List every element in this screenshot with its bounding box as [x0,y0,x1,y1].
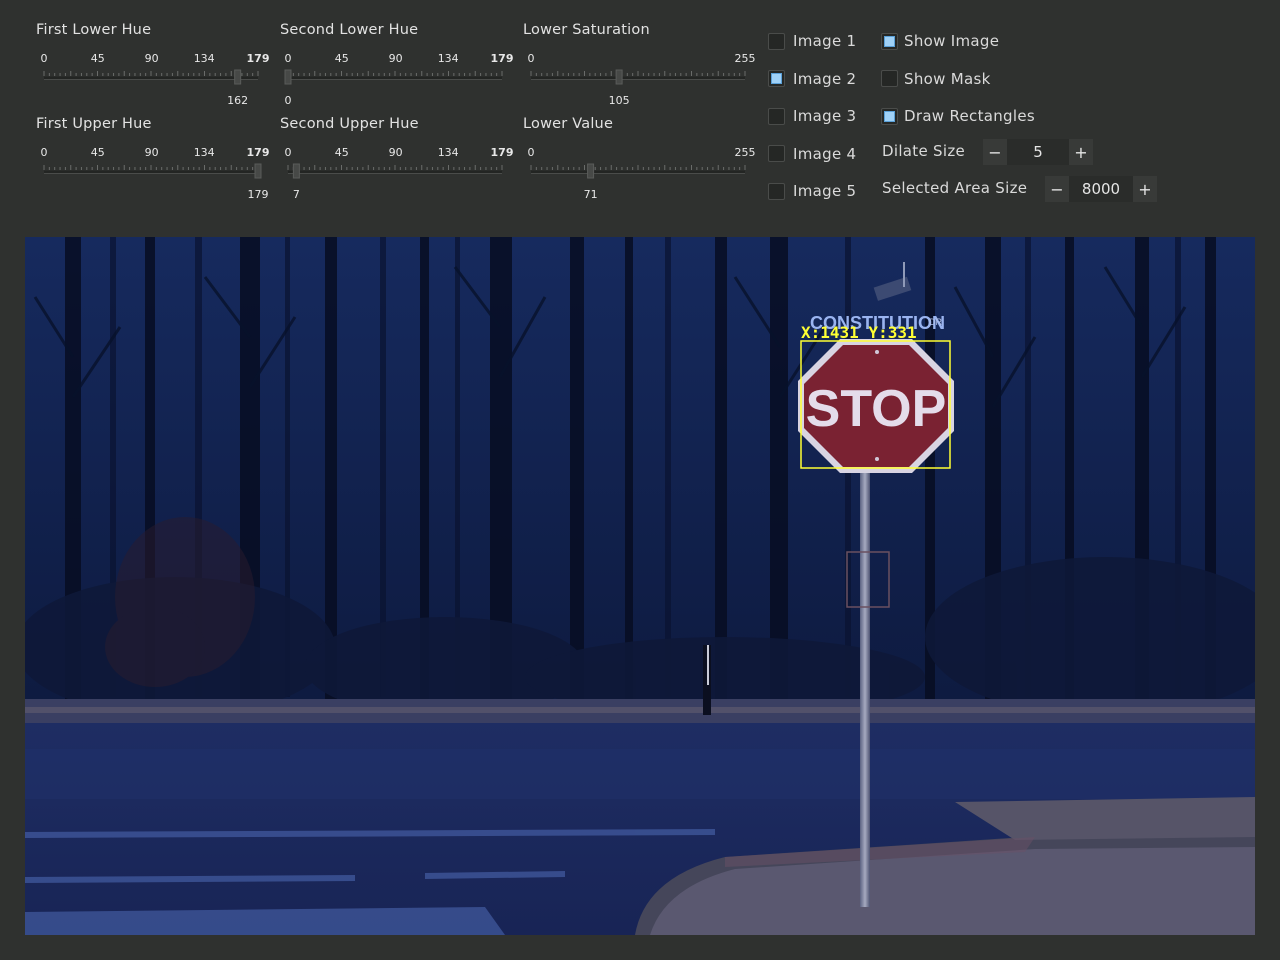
image-1-label: Image 1 [793,32,857,50]
checkbox-box[interactable] [768,32,785,50]
image-4-label: Image 4 [793,144,857,163]
tick-label: 179 [246,52,270,65]
image-2-label: Image 2 [793,69,857,88]
tick-label: 0 [527,146,535,159]
show-image-label: Show Image [904,32,1000,50]
lower-value-track[interactable] [530,160,746,179]
second-upper-hue-handle[interactable] [292,163,300,179]
lower-saturation-title: Lower Saturation [523,22,650,38]
second-upper-hue-value: 7 [292,188,300,201]
second-upper-hue-title: Second Upper Hue [280,116,419,132]
checkmark-icon [771,73,782,84]
dilate-size-stepper: − 5 + [983,139,1093,165]
tick-label: 0 [284,146,292,159]
first-upper-hue-handle[interactable] [254,163,262,179]
street-sign-suffix: DR [929,317,942,327]
checkbox-box[interactable] [768,182,785,200]
area-increment-button[interactable]: + [1133,176,1157,202]
lower-value-handle[interactable] [587,163,595,179]
stop-sign-text: STOP [806,380,947,438]
tick-label: 134 [193,52,215,65]
second-upper-hue-track[interactable] [287,160,503,179]
tick-label: 45 [90,52,105,65]
checkmark-icon [884,35,895,47]
lower-value-title: Lower Value [523,116,614,132]
checkbox-box[interactable] [768,107,785,125]
lower-saturation-slider: Lower Saturation 0 255 105 [523,22,756,122]
tick-label: 0 [40,146,48,159]
tick-label: 90 [144,52,159,65]
image-5-checkbox[interactable]: Image 5 [768,180,856,202]
dilate-increment-button[interactable]: + [1069,139,1093,165]
selected-area-size-value[interactable]: 8000 [1069,176,1133,202]
first-upper-hue-track[interactable] [43,160,262,179]
first-lower-hue-title: First Lower Hue [36,22,152,38]
tick-label: 134 [193,146,215,159]
image-viewport[interactable]: CONSTITUTION DR STOP X:1431 Y:331 [25,237,1255,935]
dilate-size-value[interactable]: 5 [1007,139,1069,165]
image-4-checkbox[interactable]: Image 4 [768,143,856,165]
checkbox-box[interactable] [881,70,898,87]
tick-label: 0 [527,52,535,65]
image-5-label: Image 5 [793,182,857,200]
first-upper-hue-title: First Upper Hue [36,116,152,132]
second-upper-hue-slider: Second Upper Hue 0 45 90 134 179 7 [280,116,513,216]
tick-label: 90 [144,146,159,159]
first-lower-hue-value: 162 [227,94,249,107]
second-lower-hue-value: 0 [284,94,292,107]
tick-label: 134 [437,52,459,65]
tick-label: 0 [284,52,292,65]
lower-saturation-value: 105 [608,94,630,107]
tick-label: 179 [490,146,514,159]
tick-label: 255 [734,146,756,159]
draw-rectangles-checkbox[interactable]: Draw Rectangles [881,105,1035,127]
selected-area-size-label: Selected Area Size [882,179,1028,197]
show-mask-label: Show Mask [904,69,991,88]
image-1-checkbox[interactable]: Image 1 [768,30,856,52]
dilate-decrement-button[interactable]: − [983,139,1007,165]
tick-label: 90 [388,52,403,65]
show-image-checkbox[interactable]: Show Image [881,30,999,52]
checkbox-box[interactable] [881,32,898,50]
image-3-checkbox[interactable]: Image 3 [768,105,856,127]
tick-label: 0 [40,52,48,65]
first-upper-hue-value: 179 [247,188,269,201]
scene-image: CONSTITUTION DR STOP X:1431 Y:331 [25,237,1255,935]
second-lower-hue-handle[interactable] [284,69,292,85]
selected-area-size-stepper: − 8000 + [1045,176,1157,202]
tick-label: 45 [334,146,349,159]
second-lower-hue-title: Second Lower Hue [280,22,419,38]
lower-saturation-track[interactable] [530,66,746,85]
tick-label: 179 [490,52,514,65]
dilate-size-label: Dilate Size [882,142,966,160]
tick-label: 45 [334,52,349,65]
lower-value-slider: Lower Value 0 255 71 [523,116,756,216]
tick-label: 45 [90,146,105,159]
detection-coordinates-label: X:1431 Y:331 [801,323,917,342]
tick-label: 179 [246,146,270,159]
tick-label: 134 [437,146,459,159]
tick-label: 90 [388,146,403,159]
checkmark-icon [884,110,895,122]
image-2-checkbox[interactable]: Image 2 [768,68,856,90]
show-mask-checkbox[interactable]: Show Mask [881,68,991,90]
first-upper-hue-slider: First Upper Hue 0 45 90 134 179 179 [36,116,269,216]
lower-value-value: 71 [583,188,598,201]
tick-label: 255 [734,52,756,65]
first-lower-hue-slider: First Lower Hue 0 45 90 134 179 162 [36,22,269,122]
area-decrement-button[interactable]: − [1045,176,1069,202]
second-lower-hue-track[interactable] [284,66,503,85]
draw-rectangles-label: Draw Rectangles [904,107,1035,125]
first-lower-hue-track[interactable] [43,66,259,85]
second-lower-hue-slider: Second Lower Hue 0 45 90 134 179 0 [280,22,513,122]
checkbox-box[interactable] [768,145,785,162]
first-lower-hue-handle[interactable] [234,69,242,85]
lower-saturation-handle[interactable] [615,69,623,85]
checkbox-box[interactable] [768,70,785,87]
image-3-label: Image 3 [793,107,857,125]
checkbox-box[interactable] [881,107,898,125]
